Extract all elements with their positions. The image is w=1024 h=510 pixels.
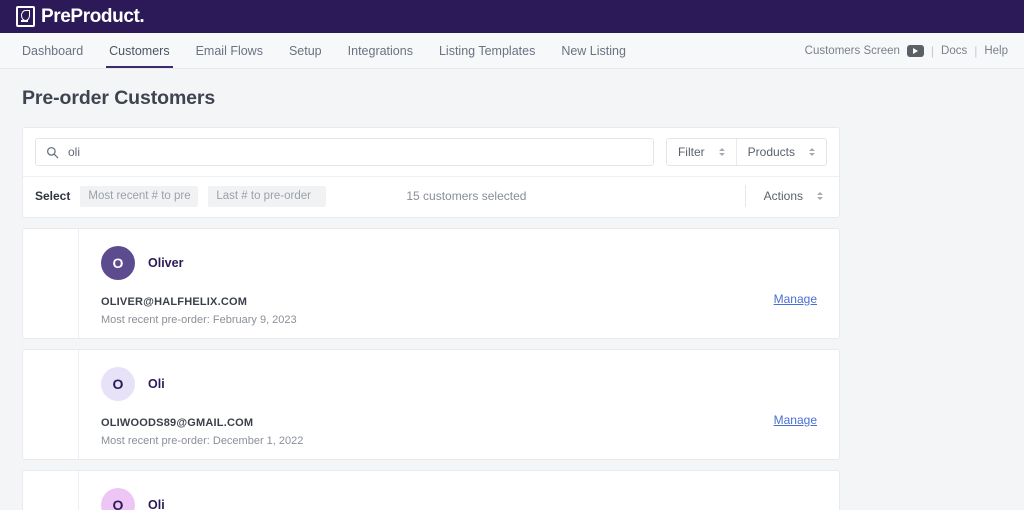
- play-video-icon[interactable]: [906, 44, 924, 57]
- customer-header: O Oli: [101, 367, 821, 401]
- page-title: Pre-order Customers: [22, 87, 216, 109]
- customer-email: OLIWOODS89@GMAIL.COM: [101, 417, 254, 429]
- card-body: O Oli OLIWOODS89@GMAIL.COM Most recent p…: [79, 350, 839, 459]
- customer-card[interactable]: O Oliver OLIVER@HALFHELIX.COM Most recen…: [22, 228, 840, 339]
- customer-header: O Oliver: [101, 246, 821, 280]
- customer-name: Oliver: [148, 256, 184, 270]
- filter-dropdown[interactable]: Filter: [667, 139, 736, 165]
- most-recent-count-input[interactable]: [80, 185, 199, 207]
- avatar: O: [101, 488, 135, 510]
- customer-last-preorder: Most recent pre-order: December 1, 2022: [101, 435, 304, 447]
- docs-link[interactable]: Docs: [941, 45, 967, 57]
- chevron-updown-icon: [817, 192, 823, 200]
- nav-item-new-listing[interactable]: New Listing: [548, 33, 639, 68]
- nav-label: Email Flows: [195, 43, 263, 58]
- manage-link[interactable]: Manage: [774, 413, 817, 427]
- card-body: O Oli: [79, 471, 839, 510]
- customer-card[interactable]: O Oli OLIWOODS89@GMAIL.COM Most recent p…: [22, 349, 840, 460]
- nav-item-customers[interactable]: Customers: [96, 33, 182, 68]
- chevron-updown-icon: [718, 148, 725, 156]
- products-dropdown[interactable]: Products: [735, 139, 826, 165]
- nav-label: Dashboard: [22, 43, 84, 58]
- brand-bar: PreProduct.: [0, 0, 1024, 33]
- customer-list: O Oliver OLIVER@HALFHELIX.COM Most recen…: [22, 228, 840, 510]
- manage-link[interactable]: Manage: [774, 292, 817, 306]
- selected-count-label: 15 customers selected: [406, 189, 527, 203]
- card-gutter: [23, 350, 79, 459]
- nav-label: Customers: [109, 43, 170, 58]
- nav-label: New Listing: [561, 43, 626, 58]
- select-label: Select: [35, 189, 71, 203]
- actions-label: Actions: [763, 189, 803, 203]
- nav-divider: |: [930, 43, 935, 58]
- toolbar-select-row: Select 15 customers selected Actions: [23, 176, 839, 217]
- customer-email: OLIVER@HALFHELIX.COM: [101, 296, 248, 308]
- search-input[interactable]: oli: [35, 138, 654, 166]
- nav-label: Integrations: [347, 43, 413, 58]
- actions-dropdown[interactable]: Actions: [744, 185, 827, 207]
- filter-label: Filter: [677, 145, 705, 159]
- logo[interactable]: PreProduct.: [16, 5, 145, 28]
- document-feather-icon: [16, 6, 35, 27]
- page-content: Pre-order Customers oli Filter Products …: [0, 69, 1024, 510]
- toolbar-search-row: oli Filter Products: [23, 128, 839, 176]
- brand-name: PreProduct.: [41, 5, 145, 27]
- main-navigation: Dashboard Customers Email Flows Setup In…: [0, 33, 1024, 69]
- customer-header: O Oli: [101, 488, 821, 510]
- nav-item-email-flows[interactable]: Email Flows: [183, 33, 276, 68]
- search-value: oli: [68, 145, 81, 159]
- filter-dropdown-group: Filter Products: [665, 138, 827, 166]
- last-count-input[interactable]: [208, 185, 327, 207]
- help-link[interactable]: Help: [984, 45, 1008, 57]
- chevron-updown-icon: [809, 148, 815, 156]
- customer-name: Oli: [148, 377, 165, 391]
- avatar: O: [101, 246, 135, 280]
- search-icon: [46, 146, 59, 158]
- card-gutter: [23, 229, 79, 338]
- nav-items: Dashboard Customers Email Flows Setup In…: [18, 33, 639, 68]
- nav-item-dashboard[interactable]: Dashboard: [18, 33, 96, 68]
- nav-label: Listing Templates: [438, 43, 536, 58]
- customer-last-preorder: Most recent pre-order: February 9, 2023: [101, 314, 297, 326]
- nav-item-listing-templates[interactable]: Listing Templates: [426, 33, 548, 68]
- toolbar-card: oli Filter Products Select Most recent #…: [22, 127, 840, 218]
- avatar: O: [101, 367, 135, 401]
- content-container: oli Filter Products Select Most recent #…: [22, 127, 840, 510]
- nav-utility-links: Customers Screen | Docs | Help: [805, 33, 1008, 68]
- nav-label: Setup: [288, 43, 322, 58]
- card-body: O Oliver OLIVER@HALFHELIX.COM Most recen…: [79, 229, 839, 338]
- card-gutter: [23, 471, 79, 510]
- nav-item-setup[interactable]: Setup: [276, 33, 335, 68]
- products-label: Products: [747, 145, 795, 159]
- customer-card[interactable]: O Oli: [22, 470, 840, 510]
- nav-divider: |: [974, 43, 978, 58]
- nav-item-integrations[interactable]: Integrations: [335, 33, 426, 68]
- customer-name: Oli: [148, 498, 165, 510]
- customers-screen-label: Customers Screen: [804, 44, 900, 57]
